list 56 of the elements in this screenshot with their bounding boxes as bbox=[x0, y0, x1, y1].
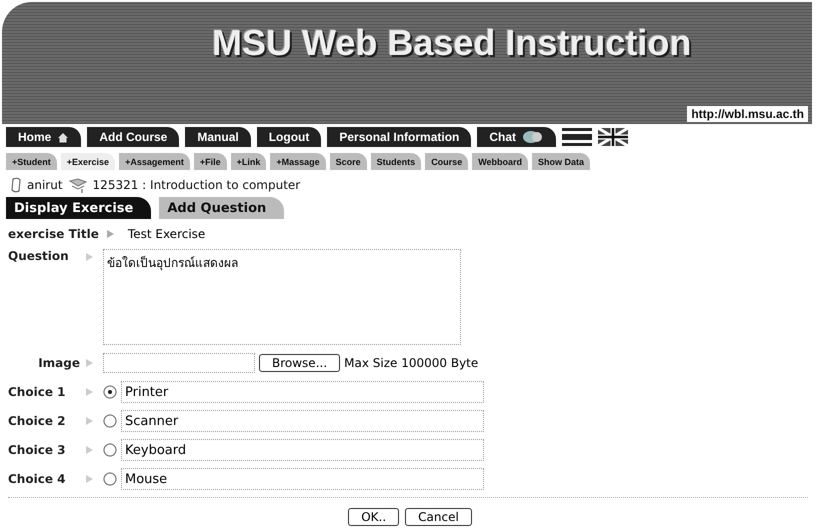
user-name: anirut bbox=[27, 178, 63, 192]
flag-icon[interactable] bbox=[598, 128, 628, 146]
arrow-icon bbox=[86, 446, 93, 454]
sub-tab[interactable]: +Link bbox=[230, 153, 266, 170]
field-label: exercise Title bbox=[8, 227, 99, 241]
house-icon bbox=[57, 132, 70, 142]
radio-button[interactable] bbox=[103, 414, 117, 428]
radio-button[interactable] bbox=[103, 472, 117, 486]
sub-tab[interactable]: Course bbox=[425, 153, 468, 170]
arrow-icon bbox=[86, 475, 93, 483]
sub-tab[interactable]: +Assagement bbox=[119, 153, 190, 170]
flag-icon[interactable] bbox=[562, 128, 592, 146]
field-label: Image bbox=[37, 356, 80, 370]
form-button[interactable]: Cancel bbox=[405, 508, 472, 526]
nav-button[interactable]: Logout bbox=[256, 127, 322, 147]
site-title: MSU Web Based Instruction bbox=[212, 22, 692, 64]
field-label: Choice 4 bbox=[8, 472, 66, 486]
nav-button[interactable]: Chat bbox=[477, 127, 556, 147]
choice-field[interactable]: Keyboard bbox=[121, 439, 484, 461]
browse-button[interactable]: Browse... bbox=[259, 354, 340, 372]
field-label: Choice 1 bbox=[8, 385, 66, 399]
chat-icon bbox=[522, 130, 544, 144]
nav-button[interactable]: Home bbox=[6, 127, 82, 147]
sub-tab[interactable]: +File bbox=[194, 153, 227, 170]
size-note: Max Size 100000 Byte bbox=[344, 356, 478, 370]
sub-tab[interactable]: Webboard bbox=[472, 153, 528, 170]
arrow-icon bbox=[86, 388, 93, 396]
nav-button[interactable]: Personal Information bbox=[327, 127, 472, 147]
sub-tab[interactable]: +Massage bbox=[270, 153, 326, 170]
sub-tab[interactable]: Students bbox=[370, 153, 422, 170]
nav-button[interactable]: Add Course bbox=[87, 127, 180, 147]
sub-tab[interactable]: +Student bbox=[6, 153, 57, 170]
field-label: Choice 3 bbox=[8, 443, 66, 457]
sub-tab[interactable]: Score bbox=[330, 153, 367, 170]
arrow-icon bbox=[86, 417, 93, 425]
file-field[interactable] bbox=[103, 353, 255, 373]
choice-field[interactable]: Scanner bbox=[121, 410, 484, 432]
choice-field[interactable]: Printer bbox=[121, 381, 484, 403]
form-button[interactable]: OK.. bbox=[348, 508, 400, 526]
field-label: Question bbox=[8, 249, 70, 263]
nav-button[interactable]: Manual bbox=[185, 127, 251, 147]
sub-tab[interactable]: Show Data bbox=[532, 153, 590, 170]
arrow-icon bbox=[86, 359, 93, 367]
radio-button[interactable] bbox=[103, 385, 117, 399]
choice-field[interactable]: Mouse bbox=[121, 468, 484, 490]
exercise-title: Test Exercise bbox=[128, 227, 206, 241]
tab[interactable]: Add Question bbox=[159, 197, 284, 219]
course-name: 125321 : Introduction to computer bbox=[92, 178, 300, 192]
radio-button[interactable] bbox=[103, 443, 117, 457]
question-field[interactable]: ข้อใดเป็นอุปกรณ์แสดงผล bbox=[103, 249, 461, 345]
site-url: http://wbl.msu.ac.th bbox=[687, 106, 808, 122]
field-label: Choice 2 bbox=[8, 414, 66, 428]
arrow-icon bbox=[86, 253, 93, 261]
arrow-icon bbox=[106, 230, 114, 238]
tab[interactable]: Display Exercise bbox=[6, 197, 152, 219]
sub-tab[interactable]: +Exercise bbox=[60, 153, 116, 170]
